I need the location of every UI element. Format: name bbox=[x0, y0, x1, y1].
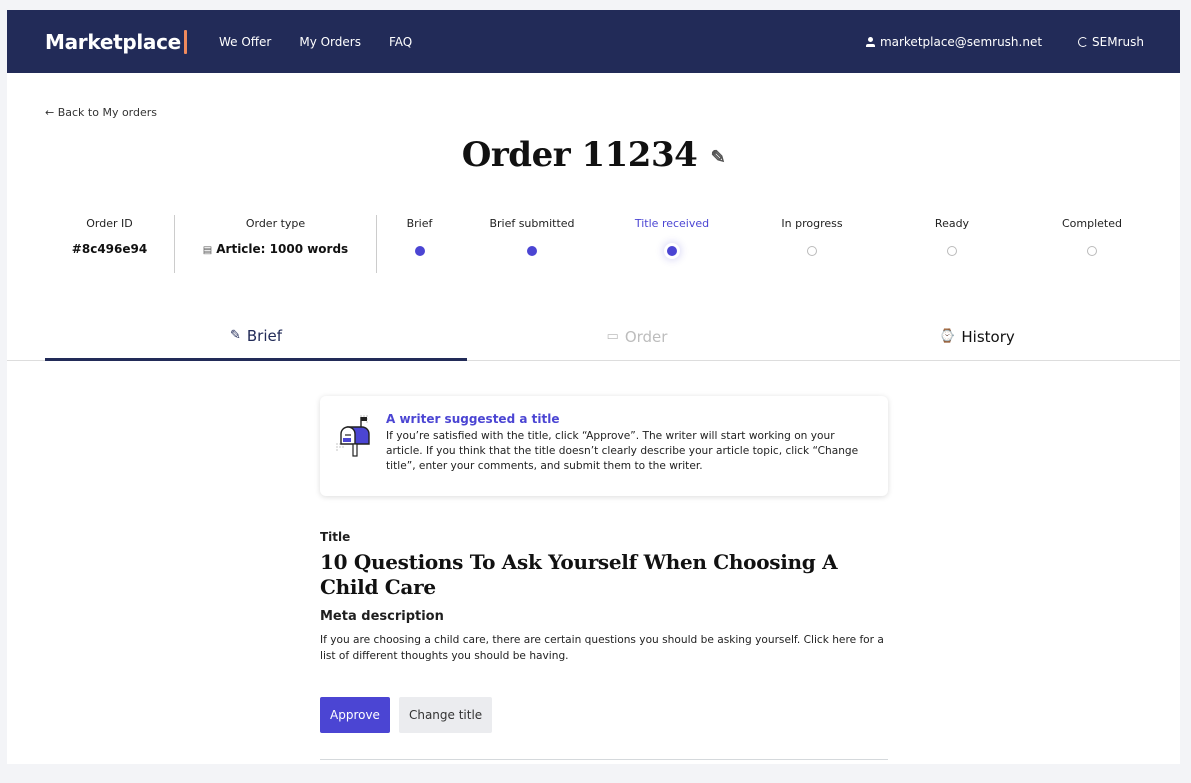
tab-order-label: Order bbox=[624, 327, 668, 346]
back-to-orders-link[interactable]: ← Back to My orders bbox=[45, 106, 157, 119]
step-label: Title received bbox=[634, 217, 710, 230]
step-dot-pending bbox=[807, 246, 817, 256]
semrush-label: SEMrush bbox=[1092, 34, 1144, 49]
step-in-progress: In progress bbox=[742, 215, 882, 273]
suggested-title: 10 Questions To Ask Yourself When Choosi… bbox=[320, 550, 838, 599]
step-dot-done bbox=[527, 246, 537, 256]
main-nav: We Offer My Orders FAQ bbox=[219, 35, 412, 49]
step-title-received: Title received bbox=[602, 215, 742, 273]
user-icon bbox=[865, 36, 876, 47]
nav-right: marketplace@semrush.net SEMrush bbox=[865, 34, 1144, 49]
step-label: In progress bbox=[781, 217, 843, 230]
order-id-label: Order ID bbox=[86, 217, 133, 230]
order-status-row: Order ID #8c496e94 Order type ▤ Article: … bbox=[45, 215, 1170, 273]
nav-faq[interactable]: FAQ bbox=[389, 35, 412, 49]
clipboard-icon: ▤ bbox=[202, 245, 213, 256]
order-id-value: #8c496e94 bbox=[71, 242, 148, 256]
top-navigation-bar: Marketplace We Offer My Orders FAQ marke… bbox=[7, 10, 1180, 73]
step-dot-pending bbox=[1087, 246, 1097, 256]
step-label: Brief bbox=[406, 217, 433, 230]
user-email: marketplace@semrush.net bbox=[879, 34, 1043, 49]
order-id-block: Order ID #8c496e94 bbox=[45, 215, 175, 273]
order-title-text: Order 11234 bbox=[461, 135, 698, 175]
nav-my-orders[interactable]: My Orders bbox=[299, 35, 361, 49]
logo-accent-bar bbox=[183, 29, 187, 54]
order-type-label: Order type bbox=[245, 217, 306, 230]
order-tabs: ✎ Brief ▭ Order ⌚ History bbox=[7, 313, 1180, 361]
tab-order[interactable]: ▭ Order bbox=[467, 313, 807, 360]
watch-icon: ⌚ bbox=[939, 329, 956, 344]
semrush-icon bbox=[1078, 36, 1089, 47]
step-label: Completed bbox=[1062, 217, 1122, 230]
title-actions: Approve Change title bbox=[320, 697, 493, 733]
tab-brief-label: Brief bbox=[246, 326, 283, 345]
tab-brief[interactable]: ✎ Brief bbox=[45, 313, 467, 361]
step-dot-current bbox=[667, 246, 677, 256]
title-suggested-notice: A writer suggested a title If you’re sat… bbox=[320, 396, 888, 496]
order-type-block: Order type ▤ Article: 1000 words bbox=[175, 215, 377, 273]
meta-description-text: If you are choosing a child care, there … bbox=[320, 634, 884, 662]
step-completed: Completed bbox=[1022, 215, 1162, 273]
step-ready: Ready bbox=[882, 215, 1022, 273]
tab-history[interactable]: ⌚ History bbox=[807, 313, 1147, 360]
user-account-link[interactable]: marketplace@semrush.net bbox=[865, 34, 1043, 49]
notice-body: If you’re satisfied with the title, clic… bbox=[386, 430, 859, 472]
page-title: Order 11234 ✎ bbox=[7, 135, 1180, 175]
nav-we-offer[interactable]: We Offer bbox=[219, 35, 271, 49]
edit-icon: ✎ bbox=[229, 328, 241, 343]
inbox-icon: ▭ bbox=[606, 329, 619, 344]
step-label: Ready bbox=[934, 217, 970, 230]
step-brief: Brief bbox=[377, 215, 462, 273]
progress-steps: Brief Brief submitted Title received In … bbox=[377, 215, 1170, 273]
semrush-link[interactable]: SEMrush bbox=[1078, 35, 1144, 49]
meta-description-label: Meta description bbox=[320, 609, 444, 624]
step-label: Brief submitted bbox=[489, 217, 575, 230]
step-dot-pending bbox=[947, 246, 957, 256]
change-title-button[interactable]: Change title bbox=[398, 697, 493, 733]
page: Marketplace We Offer My Orders FAQ marke… bbox=[7, 10, 1180, 764]
mailbox-icon bbox=[336, 415, 370, 457]
pencil-icon[interactable]: ✎ bbox=[711, 147, 726, 168]
title-label: Title bbox=[320, 530, 351, 544]
section-divider bbox=[320, 759, 888, 760]
approve-button[interactable]: Approve bbox=[320, 697, 390, 733]
logo-text: Marketplace bbox=[45, 29, 181, 54]
logo[interactable]: Marketplace bbox=[45, 29, 187, 54]
tab-history-label: History bbox=[961, 327, 1015, 346]
notice-title: A writer suggested a title bbox=[386, 412, 560, 426]
order-type-value: Article: 1000 words bbox=[216, 242, 349, 256]
step-brief-submitted: Brief submitted bbox=[462, 215, 602, 273]
step-dot-done bbox=[414, 246, 425, 256]
order-type-value-wrap: ▤ Article: 1000 words bbox=[203, 242, 348, 256]
